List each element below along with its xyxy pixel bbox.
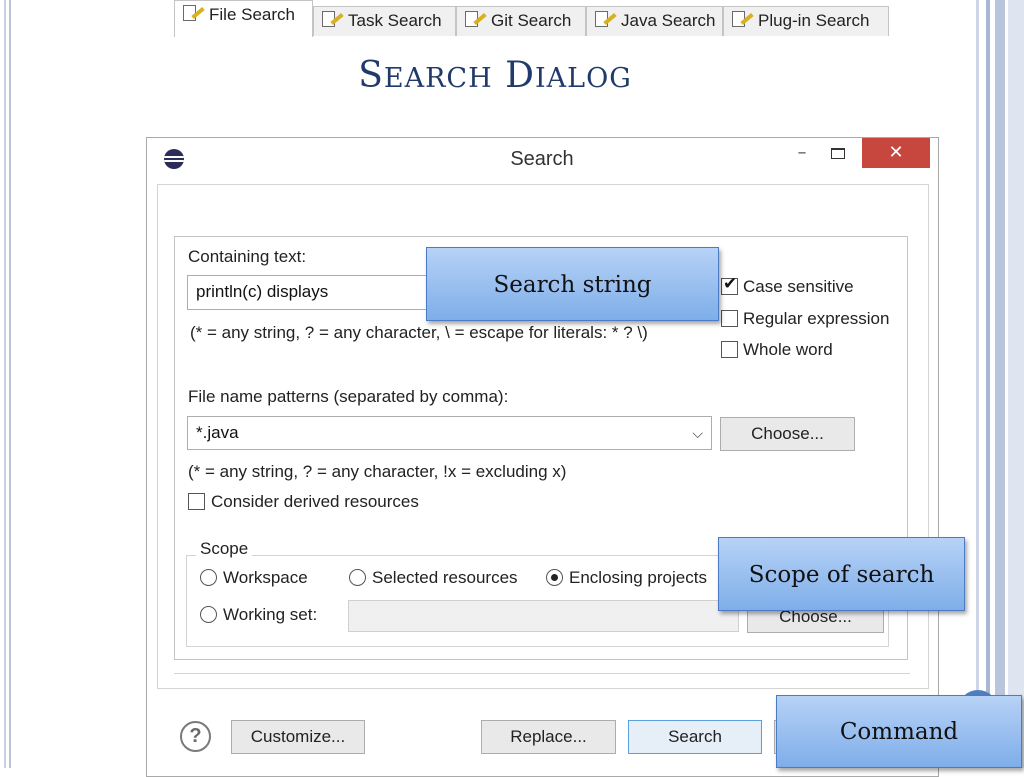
file-name-patterns-combo[interactable]: *.java ⌵ [187, 416, 712, 450]
tab-label: Task Search [348, 11, 442, 30]
file-name-patterns-label: File name patterns (separated by comma): [188, 387, 509, 406]
chevron-down-icon[interactable]: ⌵ [692, 417, 703, 449]
slide-title: SEARCH DIALOG [0, 55, 990, 96]
callout-search-string: Search string [426, 247, 719, 321]
containing-text-hint: (* = any string, ? = any character, \ = … [190, 323, 648, 342]
dialog-titlebar: Search – ✕ [147, 138, 938, 182]
tab-file-search[interactable]: File Search [174, 0, 313, 37]
replace-button[interactable]: Replace... [481, 720, 616, 754]
task-search-icon [322, 11, 344, 29]
tab-task-search[interactable]: Task Search [313, 6, 456, 36]
tab-label: Java Search [621, 11, 716, 30]
close-button[interactable]: ✕ [862, 138, 930, 168]
callout-command-text: Command [839, 719, 959, 745]
containing-text-label: Containing text: [188, 247, 307, 266]
callout-scope-of-search-text: Scope of search [748, 562, 935, 588]
working-set-radio[interactable] [200, 606, 217, 623]
working-set-label: Working set: [223, 605, 318, 624]
enclosing-projects-radio[interactable] [546, 569, 563, 586]
consider-derived-label: Consider derived resources [211, 492, 419, 511]
slide-right-border [976, 0, 1024, 768]
search-button[interactable]: Search [628, 720, 762, 754]
callout-scope-of-search: Scope of search [718, 537, 965, 611]
regular-expression-label: Regular expression [743, 309, 890, 328]
tab-plugin-search[interactable]: Plug-in Search [723, 6, 889, 36]
case-sensitive-label: Case sensitive [743, 277, 854, 296]
slide-title-text: SEARCH DIALOG [358, 55, 632, 96]
enclosing-projects-label: Enclosing projects [569, 568, 707, 587]
whole-word-label: Whole word [743, 340, 833, 359]
tab-label: File Search [209, 5, 295, 24]
tab-java-search[interactable]: Java Search [586, 6, 723, 36]
plugin-search-icon [732, 11, 754, 29]
dialog-title: Search [510, 148, 574, 170]
case-sensitive-checkbox[interactable] [721, 274, 738, 295]
footer-separator [174, 673, 910, 674]
whole-word-checkbox[interactable] [721, 341, 738, 358]
slide-left-border [0, 0, 11, 768]
workspace-radio[interactable] [200, 569, 217, 586]
selected-resources-radio[interactable] [349, 569, 366, 586]
selected-resources-label: Selected resources [372, 568, 518, 587]
callout-search-string-text: Search string [493, 272, 652, 298]
workspace-label: Workspace [223, 568, 308, 587]
help-icon[interactable]: ? [180, 721, 211, 752]
minimize-button[interactable]: – [793, 144, 811, 162]
customize-button[interactable]: Customize... [231, 720, 365, 754]
file-name-patterns-value: *.java [196, 423, 239, 442]
callout-command: Command [776, 695, 1022, 768]
working-set-input[interactable] [348, 600, 739, 632]
file-name-patterns-hint: (* = any string, ? = any character, !x =… [188, 462, 567, 481]
scope-legend: Scope [196, 539, 253, 559]
file-search-icon [183, 5, 205, 23]
tab-label: Plug-in Search [758, 11, 870, 30]
consider-derived-checkbox[interactable] [188, 493, 205, 510]
regular-expression-checkbox[interactable] [721, 310, 738, 327]
tab-label: Git Search [491, 11, 572, 30]
tab-git-search[interactable]: Git Search [456, 6, 586, 36]
java-search-icon [595, 11, 617, 29]
maximize-button[interactable] [831, 148, 845, 159]
git-search-icon [465, 11, 487, 29]
choose-file-patterns-button[interactable]: Choose... [720, 417, 855, 451]
